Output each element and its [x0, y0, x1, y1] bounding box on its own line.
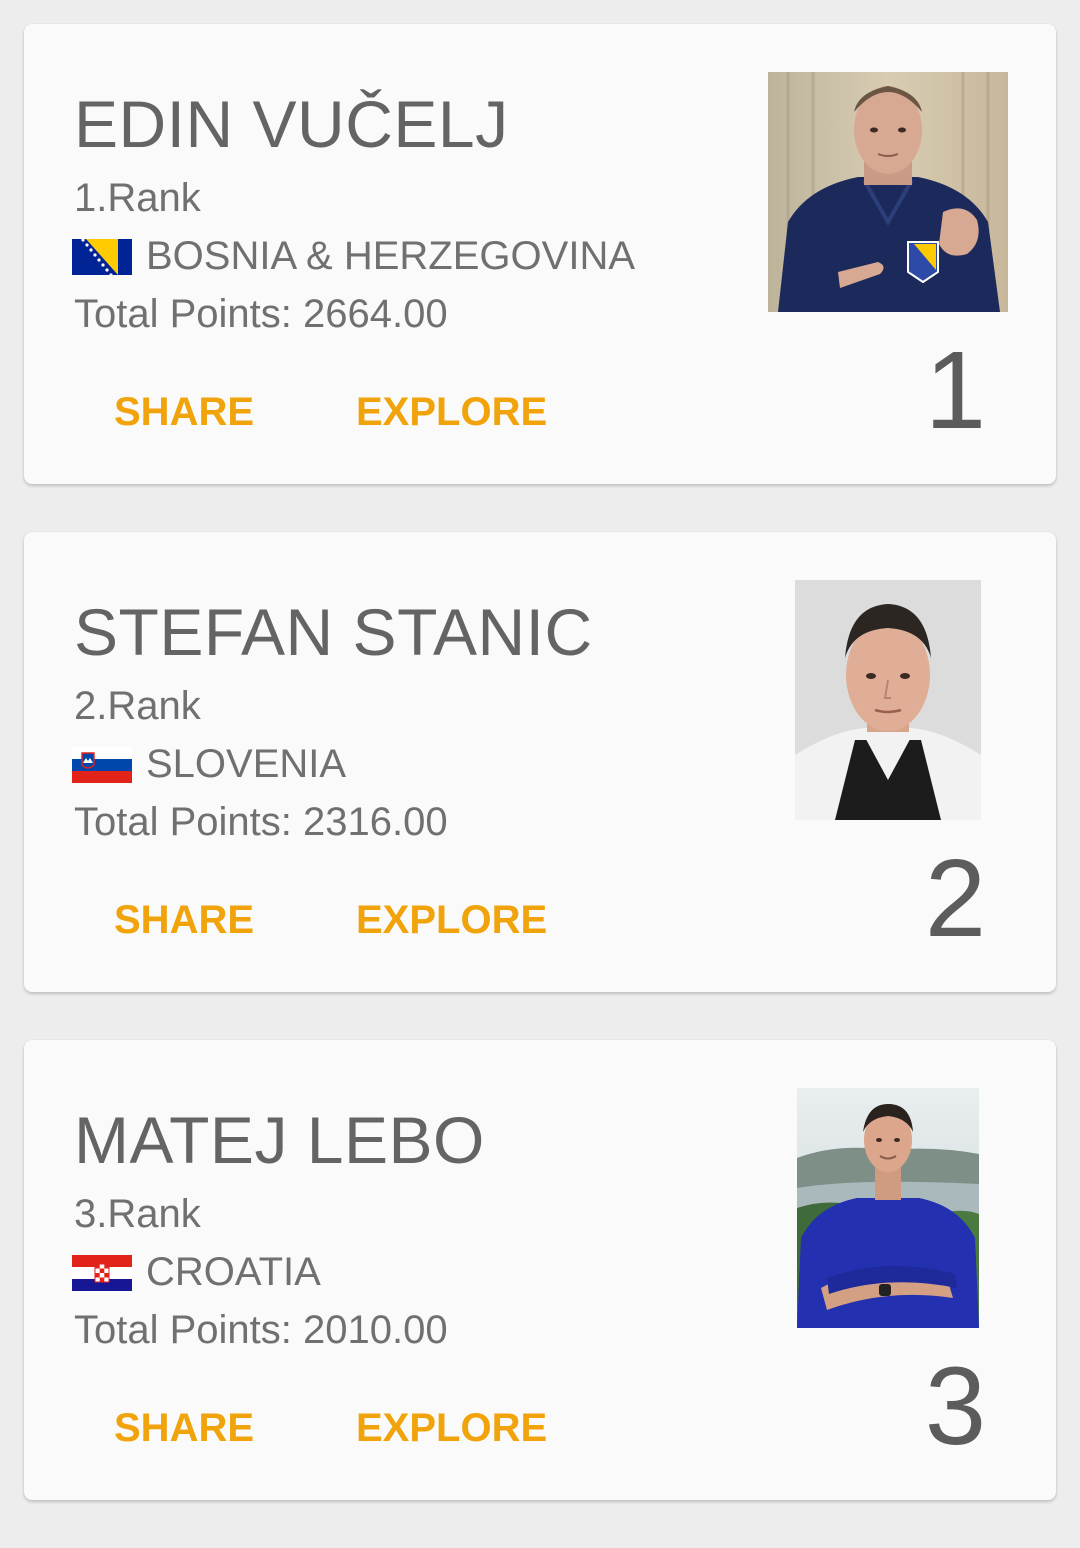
rank-number: 3 — [924, 1345, 986, 1468]
croatia-flag-icon — [72, 1254, 132, 1291]
athlete-photo[interactable] — [795, 580, 981, 820]
athlete-photo[interactable] — [797, 1088, 979, 1328]
slovenia-flag-icon — [72, 746, 132, 783]
explore-button[interactable]: EXPLORE — [356, 390, 547, 435]
athlete-card[interactable]: EDIN VUČELJ 1.Rank BOSNIA & HERZEGOVINA … — [24, 24, 1056, 484]
athlete-card[interactable]: MATEJ LEBO 3.Rank CROATIA Total Points: … — [24, 1040, 1056, 1500]
athlete-name: EDIN VUČELJ — [74, 87, 509, 161]
athlete-rank-label: 2.Rank — [74, 684, 201, 728]
share-button[interactable]: SHARE — [114, 898, 254, 943]
share-button[interactable]: SHARE — [114, 390, 254, 435]
athlete-country: SLOVENIA — [72, 742, 346, 787]
athlete-country: BOSNIA & HERZEGOVINA — [72, 234, 635, 279]
explore-button[interactable]: EXPLORE — [356, 1406, 547, 1451]
total-points: Total Points: 2010.00 — [74, 1308, 448, 1352]
athlete-rank-label: 1.Rank — [74, 176, 201, 220]
country-name: SLOVENIA — [146, 742, 347, 786]
country-name: BOSNIA & HERZEGOVINA — [146, 234, 636, 278]
total-points: Total Points: 2316.00 — [74, 800, 448, 844]
ranking-list: EDIN VUČELJ 1.Rank BOSNIA & HERZEGOVINA … — [24, 24, 1056, 1548]
rank-number: 1 — [924, 329, 986, 452]
athlete-country: CROATIA — [72, 1250, 321, 1295]
rank-number: 2 — [924, 837, 986, 960]
athlete-rank-label: 3.Rank — [74, 1192, 201, 1236]
athlete-name: STEFAN STANIC — [74, 595, 593, 669]
bosnia-flag-icon — [72, 238, 132, 275]
athlete-card[interactable]: STEFAN STANIC 2.Rank SLOVENIA Total Poin… — [24, 532, 1056, 992]
total-points: Total Points: 2664.00 — [74, 292, 448, 336]
athlete-photo[interactable] — [768, 72, 1008, 312]
country-name: CROATIA — [146, 1250, 321, 1294]
share-button[interactable]: SHARE — [114, 1406, 254, 1451]
explore-button[interactable]: EXPLORE — [356, 898, 547, 943]
athlete-name: MATEJ LEBO — [74, 1103, 485, 1177]
